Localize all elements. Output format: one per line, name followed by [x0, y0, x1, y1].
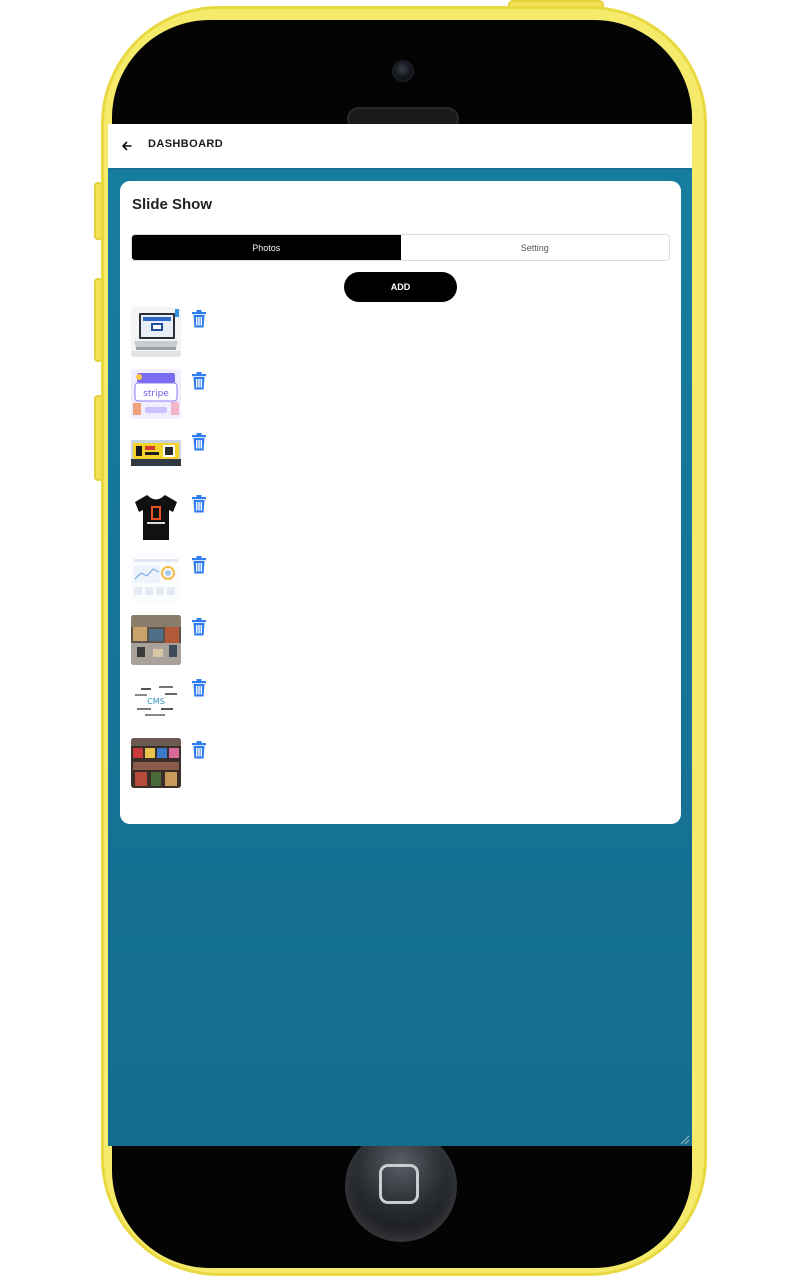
trash-icon[interactable]	[191, 310, 207, 328]
trash-icon[interactable]	[191, 433, 207, 451]
list-item	[131, 430, 671, 492]
trash-icon[interactable]	[191, 617, 207, 636]
store-interior-image	[131, 614, 181, 665]
home-button[interactable]	[345, 1130, 457, 1242]
tab-photos[interactable]: Photos	[132, 235, 401, 260]
svg-text:CMS: CMS	[147, 697, 165, 706]
tab-bar: Photos Setting	[131, 234, 670, 261]
list-item	[131, 737, 671, 800]
trash-icon[interactable]	[191, 556, 207, 574]
list-item	[131, 307, 671, 369]
stripe-illustration: stripe	[131, 368, 181, 419]
market-shop-image	[131, 737, 181, 788]
cms-wordcloud-image: CMS	[131, 676, 181, 726]
card-title: Slide Show	[132, 196, 213, 213]
list-item	[131, 553, 671, 615]
trash-icon[interactable]	[191, 740, 207, 759]
list-item: CMS	[131, 676, 671, 738]
slideshow-card: Slide Show Photos Setting ADD stripe CMS	[120, 181, 681, 824]
resize-handle-icon[interactable]	[678, 1132, 690, 1145]
billboard-image	[131, 430, 181, 480]
trash-icon[interactable]	[191, 371, 207, 390]
list-item: stripe	[131, 368, 671, 431]
dashboard-chart-image	[131, 553, 181, 603]
tab-setting[interactable]: Setting	[400, 235, 669, 260]
home-square-icon	[379, 1164, 419, 1204]
front-camera	[392, 60, 414, 82]
list-item	[131, 614, 671, 677]
page-title: DASHBOARD	[148, 138, 224, 150]
device-frame: DASHBOARD Slide Show Photos Setting ADD	[0, 0, 800, 1280]
trash-icon[interactable]	[191, 494, 207, 513]
tshirt-image	[131, 491, 181, 542]
top-app-bar: DASHBOARD	[108, 124, 692, 168]
list-item	[131, 491, 671, 554]
svg-text:stripe: stripe	[143, 389, 169, 399]
arrow-left-icon[interactable]	[121, 137, 133, 155]
laptop-image	[131, 307, 181, 357]
add-button[interactable]: ADD	[344, 272, 457, 302]
trash-icon[interactable]	[191, 679, 207, 697]
photo-list: stripe CMS	[131, 307, 671, 799]
app-screen: DASHBOARD Slide Show Photos Setting ADD	[108, 124, 692, 1146]
